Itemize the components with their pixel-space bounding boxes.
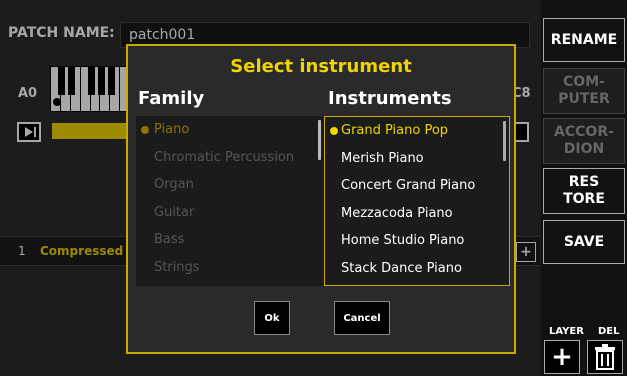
family-item[interactable]: Chromatic Percussion <box>136 144 324 172</box>
computer-label-2: PUTER <box>558 91 610 107</box>
computer-button[interactable]: COM- PUTER <box>543 68 625 114</box>
side-panel: RENAME COM- PUTER ACCOR- DION RES TORE S… <box>541 0 627 376</box>
select-instrument-dialog: Select instrument Family Instruments Pia… <box>126 44 516 354</box>
instrument-item[interactable]: Home Studio Piano <box>325 227 509 255</box>
instrument-item[interactable]: Merish Piano <box>325 145 509 173</box>
accordion-label-1: ACCOR- <box>554 124 614 140</box>
restore-label-2: TORE <box>563 191 605 207</box>
plus-icon: + <box>551 342 573 372</box>
family-list[interactable]: Piano Chromatic Percussion Organ Guitar … <box>136 116 324 286</box>
trash-icon <box>595 344 615 370</box>
family-heading: Family <box>138 88 205 109</box>
save-button[interactable]: SAVE <box>543 220 625 264</box>
delete-layer-button[interactable] <box>587 340 623 374</box>
selected-dot-icon <box>141 126 149 134</box>
layer-label: LAYER <box>549 326 584 337</box>
instruments-heading: Instruments <box>328 88 452 109</box>
computer-label-1: COM- <box>563 74 605 90</box>
restore-label-1: RES <box>568 174 600 190</box>
dialog-title: Select instrument <box>230 56 412 77</box>
add-layer-button[interactable]: + <box>544 340 580 374</box>
ok-button[interactable]: Ok <box>254 301 290 335</box>
restore-button[interactable]: RES TORE <box>543 168 625 214</box>
accordion-button[interactable]: ACCOR- DION <box>543 118 625 164</box>
family-item[interactable]: Guitar <box>136 199 324 227</box>
cancel-button[interactable]: Cancel <box>334 301 390 335</box>
instrument-item[interactable]: Mezzacoda Piano <box>325 200 509 228</box>
rename-button[interactable]: RENAME <box>543 18 625 62</box>
selected-dot-icon <box>330 127 338 135</box>
instrument-scrollbar[interactable] <box>503 121 506 161</box>
family-item[interactable]: Piano <box>136 116 324 144</box>
instrument-item[interactable]: Grand Piano Pop <box>325 117 509 145</box>
instrument-item[interactable]: Concert Grand Piano <box>325 172 509 200</box>
family-item[interactable]: Bass <box>136 226 324 254</box>
family-scrollbar[interactable] <box>318 120 321 160</box>
instrument-list[interactable]: Grand Piano Pop Merish Piano Concert Gra… <box>324 116 510 286</box>
family-item[interactable]: Organ <box>136 171 324 199</box>
accordion-label-2: DION <box>563 141 605 157</box>
delete-label: DEL <box>598 326 620 337</box>
instrument-item[interactable]: Stack Dance Piano <box>325 255 509 283</box>
family-item[interactable]: Strings <box>136 254 324 282</box>
